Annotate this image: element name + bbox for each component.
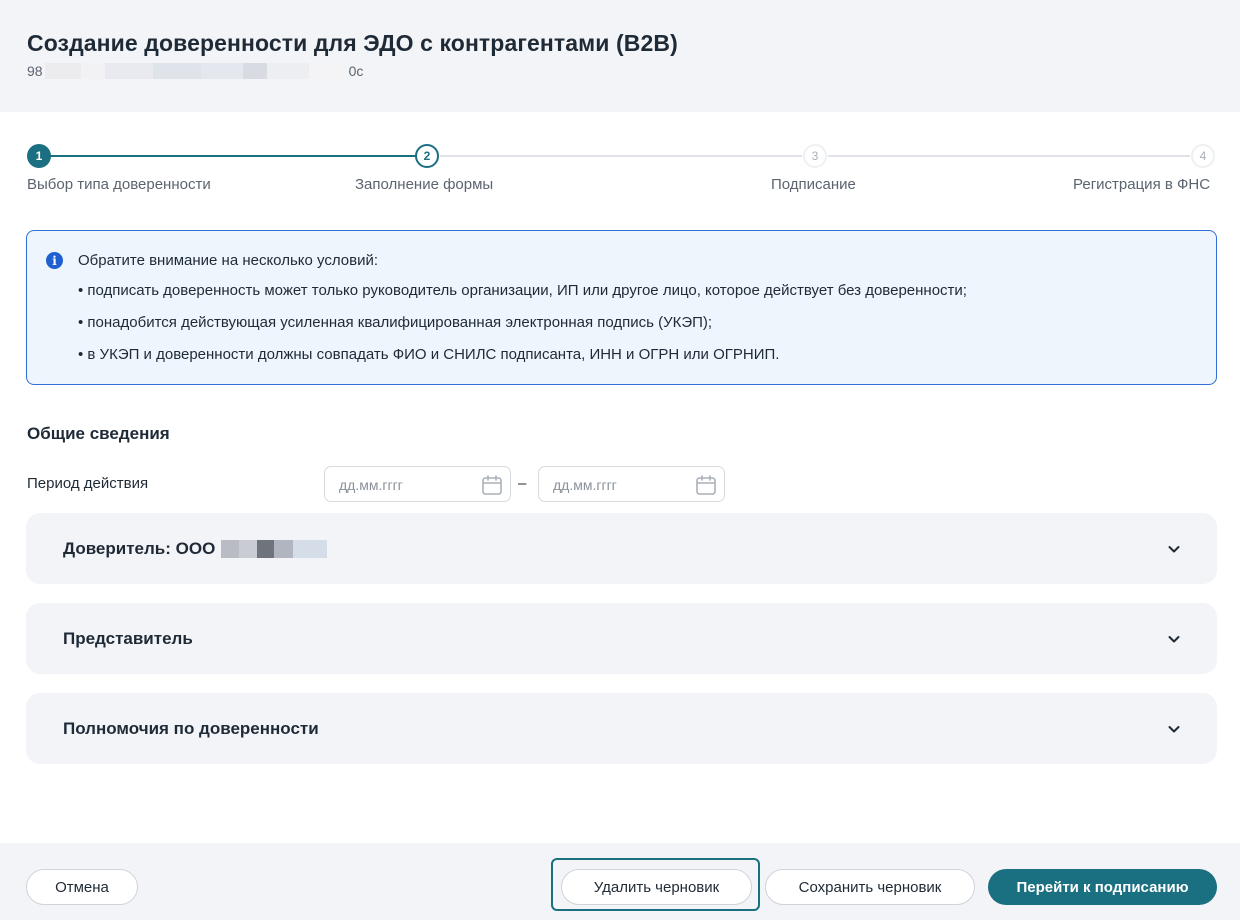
info-notice-item: • подписать доверенность может только ру… xyxy=(78,282,967,299)
info-icon: i xyxy=(46,252,63,269)
accordion-representative[interactable]: Представитель xyxy=(26,603,1217,674)
validity-period-label: Период действия xyxy=(27,475,149,492)
stepper-line-pending xyxy=(440,155,802,157)
redacted-company-name-mask xyxy=(221,540,328,558)
redacted-id-mask xyxy=(44,63,345,79)
step-1-indicator[interactable]: 1 xyxy=(27,144,51,168)
date-from-input[interactable] xyxy=(339,475,469,495)
step-2-indicator: 2 xyxy=(415,144,439,168)
accordion-powers-title: Полномочия по доверенности xyxy=(63,719,319,738)
save-draft-button[interactable]: Сохранить черновик xyxy=(765,869,975,905)
document-id-prefix: 98 xyxy=(27,63,43,79)
proceed-to-signing-button[interactable]: Перейти к подписанию xyxy=(988,869,1217,905)
calendar-icon[interactable] xyxy=(480,473,504,497)
document-id-suffix: 0c xyxy=(348,63,364,79)
chevron-down-icon[interactable] xyxy=(1167,632,1181,646)
stepper-line-completed xyxy=(41,155,428,157)
date-to-input[interactable] xyxy=(553,475,683,495)
step-3-indicator: 3 xyxy=(803,144,827,168)
general-section-title: Общие сведения xyxy=(27,424,170,443)
step-3-label: Подписание xyxy=(771,176,856,193)
step-2-label: Заполнение формы xyxy=(355,176,494,193)
info-notice-item: • в УКЭП и доверенности должны совпадать… xyxy=(78,346,780,363)
chevron-down-icon[interactable] xyxy=(1167,722,1181,736)
calendar-icon[interactable] xyxy=(694,473,718,497)
page-header: Создание доверенности для ЭДО с контраге… xyxy=(0,0,1240,112)
info-notice: i Обратите внимание на несколько условий… xyxy=(26,230,1217,385)
step-1-label[interactable]: Выбор типа доверенности xyxy=(27,176,211,193)
info-notice-item: • понадобится действующая усиленная квал… xyxy=(78,314,713,331)
accordion-principal[interactable]: Доверитель: ООО xyxy=(26,513,1217,584)
info-notice-heading: Обратите внимание на несколько условий: xyxy=(78,252,378,269)
accordion-principal-title: Доверитель: ООО xyxy=(63,539,328,559)
page-title: Создание доверенности для ЭДО с контраге… xyxy=(27,30,678,56)
accordion-powers[interactable]: Полномочия по доверенности xyxy=(26,693,1217,764)
accordion-principal-label: Доверитель: ООО xyxy=(63,539,216,558)
step-4-label: Регистрация в ФНС xyxy=(1073,176,1211,193)
accordion-representative-title: Представитель xyxy=(63,629,193,648)
document-id: 98 0c xyxy=(27,63,363,79)
cancel-button[interactable]: Отмена xyxy=(26,869,138,905)
delete-draft-button[interactable]: Удалить черновик xyxy=(561,869,752,905)
date-range-separator: – xyxy=(518,475,527,492)
date-from-field[interactable] xyxy=(324,466,511,502)
chevron-down-icon[interactable] xyxy=(1167,542,1181,556)
progress-stepper: 1 2 3 4 Выбор типа доверенности Заполнен… xyxy=(27,144,1217,204)
info-notice-list: • подписать доверенность может только ру… xyxy=(78,282,967,378)
date-to-field[interactable] xyxy=(538,466,725,502)
step-4-indicator: 4 xyxy=(1191,144,1215,168)
stepper-line-pending xyxy=(828,155,1190,157)
